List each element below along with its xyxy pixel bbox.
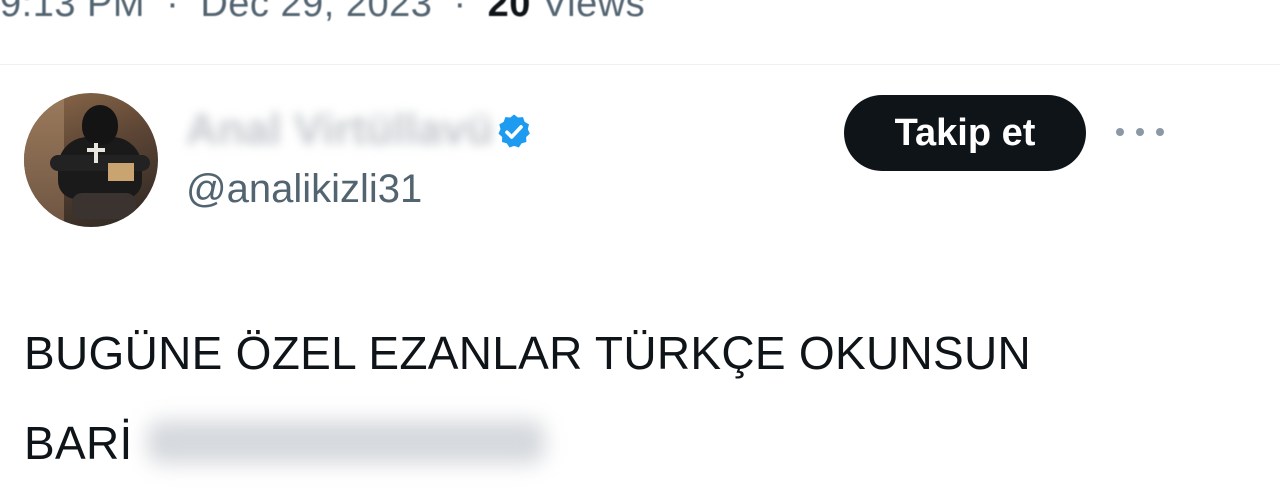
meta-separator: · xyxy=(166,0,180,25)
display-name[interactable]: Anal Virtüllavü xyxy=(186,104,493,156)
meta-separator: · xyxy=(453,0,467,25)
tweet-text: BUGÜNE ÖZEL EZANLAR TÜRKÇE OKUNSUN BARİ xyxy=(24,308,1224,488)
tweet-line-2: BARİ xyxy=(24,398,1224,488)
tweet-date[interactable]: Dec 29, 2023 xyxy=(200,0,432,25)
user-handle[interactable]: @analikizli31 xyxy=(186,165,422,213)
tweet-line-1: BUGÜNE ÖZEL EZANLAR TÜRKÇE OKUNSUN xyxy=(24,327,1032,379)
tweet-line-2-text: BARİ xyxy=(24,417,133,469)
follow-button[interactable]: Takip et xyxy=(844,95,1086,171)
views-label: Views xyxy=(542,0,646,25)
more-horizontal-icon[interactable] xyxy=(1116,122,1164,142)
views-count: 20 xyxy=(487,0,531,25)
tweet-meta-line: 9:13 PM · Dec 29, 2023 · 20 Views xyxy=(0,0,645,26)
blurred-mention xyxy=(146,419,545,464)
tweet-time[interactable]: 9:13 PM xyxy=(0,0,145,25)
divider xyxy=(0,64,1280,65)
avatar[interactable] xyxy=(24,93,158,227)
verified-badge-icon[interactable] xyxy=(494,112,534,152)
